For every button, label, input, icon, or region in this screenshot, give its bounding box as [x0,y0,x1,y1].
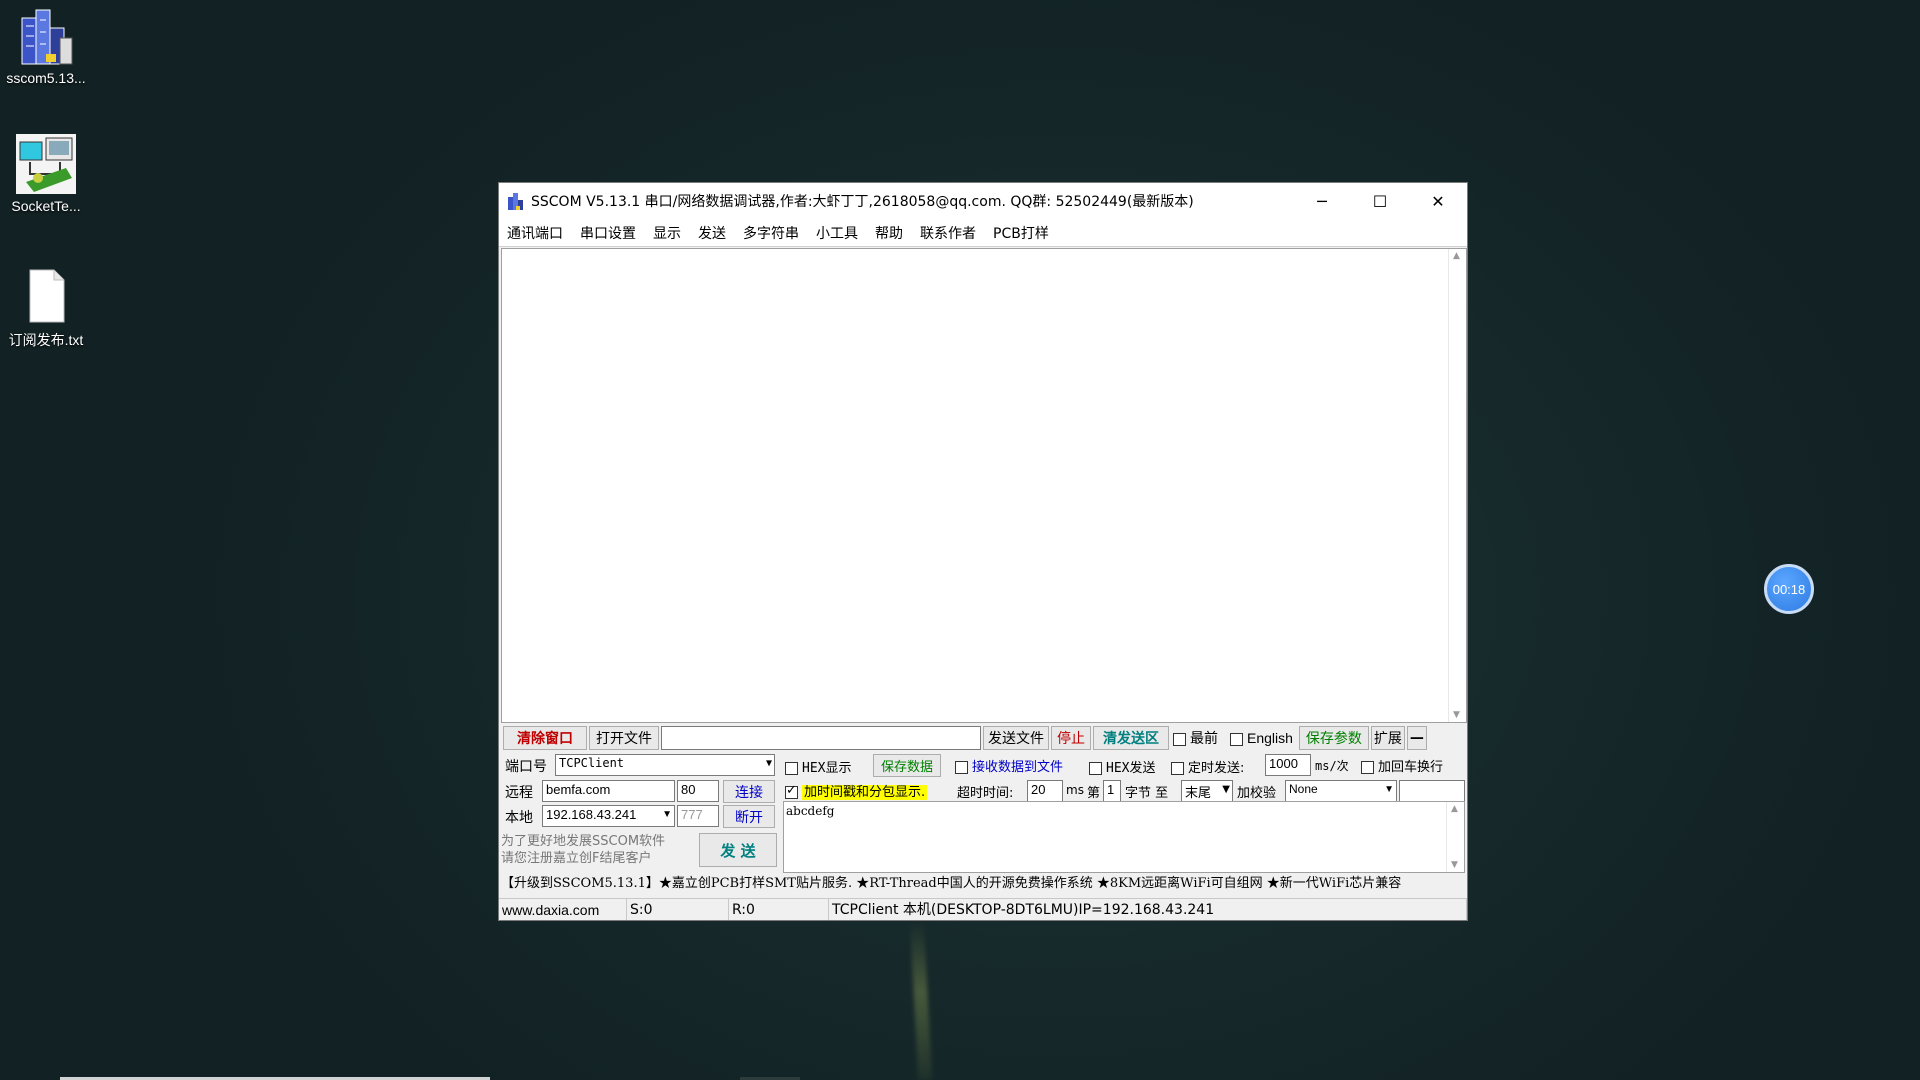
menu-send[interactable]: 发送 [698,223,726,243]
building-app-icon [16,6,76,66]
app-icon [507,191,525,211]
send-button[interactable]: 发 送 [699,833,777,867]
receive-area[interactable]: ▲ ▼ [501,248,1467,723]
maximize-button[interactable]: ☐ [1351,183,1409,219]
send-textarea[interactable]: abcdefg ▲ ▼ [783,801,1465,873]
menu-tools[interactable]: 小工具 [816,223,858,243]
window-title: SSCOM V5.13.1 串口/网络数据调试器,作者:大虾丁丁,2618058… [531,194,1194,210]
collapse-button[interactable]: — [1406,726,1427,750]
checksum-label: 加校验 [1237,786,1277,801]
timestamp-checkbox[interactable]: 加时间戳和分包显示. [785,781,928,800]
file-path-input[interactable] [661,726,981,750]
menu-multi-string[interactable]: 多字符串 [743,223,799,243]
desktop-icon-label: sscom5.13... [6,70,86,86]
port-select[interactable]: TCPClient ▼ [555,754,775,776]
disconnect-button[interactable]: 断开 [723,805,775,828]
scroll-up-icon[interactable]: ▲ [1451,804,1458,814]
scroll-up-icon[interactable]: ▲ [1453,251,1460,261]
status-recv-count: R:0 [729,899,829,920]
add-crlf-checkbox[interactable]: 加回车换行 [1361,756,1443,775]
send-scrollbar[interactable]: ▲ ▼ [1446,802,1464,872]
local-label: 本地 [505,810,533,826]
checksum-select[interactable]: None ▼ [1285,780,1397,802]
stop-button[interactable]: 停止 [1051,726,1091,750]
desktop-icon-label: SocketTe... [11,198,81,214]
chevron-down-icon: ▼ [662,809,672,820]
remote-host-input[interactable]: bemfa.com [542,780,675,802]
sscom-window: SSCOM V5.13.1 串口/网络数据调试器,作者:大虾丁丁,2618058… [498,182,1468,921]
connect-button[interactable]: 连接 [723,780,775,803]
desktop-icon-sscom[interactable]: sscom5.13... [0,6,92,86]
chevron-down-icon: ▼ [765,758,772,769]
port-label: 端口号 [505,759,547,775]
nth-label: 第 [1087,786,1101,801]
timed-send-checkbox[interactable]: 定时发送: [1171,757,1244,776]
menu-pcb[interactable]: PCB打样 [993,223,1049,243]
promo-ticker[interactable]: 【升级到SSCOM5.13.1】★嘉立创PCB打样SMT贴片服务. ★RT-Th… [501,873,1467,895]
end-select[interactable]: 末尾 ▼ [1181,780,1233,802]
nth-input[interactable]: 1 [1103,780,1121,802]
hex-display-checkbox[interactable]: HEX显示 [785,757,851,776]
byte-to-label: 字节 至 [1125,786,1169,801]
clear-window-button[interactable]: 清除窗口 [503,726,587,750]
local-ip-select[interactable]: 192.168.43.241 ▼ [542,805,675,827]
menu-comm-port[interactable]: 通讯端口 [507,223,563,243]
status-connection-info: TCPClient 本机(DESKTOP-8DT6LMU)IP=192.168.… [829,899,1467,920]
timeout-input[interactable]: 20 [1027,780,1063,802]
menu-display[interactable]: 显示 [653,223,681,243]
english-checkbox[interactable]: English [1230,730,1293,746]
topmost-checkbox[interactable]: 最前 [1173,728,1218,748]
background-streak [909,919,933,1080]
scroll-down-icon[interactable]: ▼ [1453,710,1460,720]
scroll-down-icon[interactable]: ▼ [1451,860,1458,870]
close-button[interactable]: ✕ [1409,183,1467,219]
menu-serial-settings[interactable]: 串口设置 [580,223,636,243]
screen-recorder-timer[interactable]: 00:18 [1764,564,1814,614]
desktop-icon-txt-file[interactable]: 订阅发布.txt [0,266,92,350]
status-bar: www.daxia.com S:0 R:0 TCPClient 本机(DESKT… [499,898,1467,920]
remote-label: 远程 [505,785,533,801]
hex-send-checkbox[interactable]: HEX发送 [1089,757,1155,776]
minimize-button[interactable]: ─ [1293,183,1351,219]
desktop-icon-sockettest[interactable]: SocketTe... [0,134,92,214]
menu-contact-author[interactable]: 联系作者 [920,223,976,243]
timeout-label: 超时时间: [957,786,1014,801]
network-tool-icon [16,134,76,194]
interval-input[interactable]: 1000 [1265,754,1311,776]
local-port-input[interactable]: 777 [677,805,719,827]
save-data-button[interactable]: 保存数据 [873,754,941,777]
checksum-output[interactable] [1399,780,1465,802]
promo-text: 为了更好地发展SSCOM软件 请您注册嘉立创F结尾客户 [501,834,666,866]
title-bar[interactable]: SSCOM V5.13.1 串口/网络数据调试器,作者:大虾丁丁,2618058… [499,183,1467,219]
menu-help[interactable]: 帮助 [875,223,903,243]
text-file-icon [16,266,76,326]
receive-scrollbar[interactable]: ▲ ▼ [1448,249,1466,722]
menu-bar: 通讯端口 串口设置 显示 发送 多字符串 小工具 帮助 联系作者 PCB打样 [499,219,1467,247]
send-file-button[interactable]: 发送文件 [983,726,1049,750]
desktop-icon-label: 订阅发布.txt [8,332,84,348]
save-params-button[interactable]: 保存参数 [1298,726,1369,750]
toolbar-row: 清除窗口 打开文件 发送文件 停止 清发送区 最前 English 保存参数 扩… [501,725,1467,751]
status-sent-count: S:0 [627,899,729,920]
chevron-down-icon: ▼ [1384,784,1394,795]
open-file-button[interactable]: 打开文件 [589,726,659,750]
chevron-down-icon: ▼ [1222,784,1230,795]
timeout-unit: ms [1066,783,1084,797]
remote-port-input[interactable]: 80 [677,780,719,802]
interval-unit: ms/次 [1315,759,1349,773]
clear-send-button[interactable]: 清发送区 [1093,726,1169,750]
expand-button[interactable]: 扩展 [1370,726,1405,750]
status-url[interactable]: www.daxia.com [499,899,627,920]
recv-to-file-checkbox[interactable]: 接收数据到文件 [955,756,1063,775]
